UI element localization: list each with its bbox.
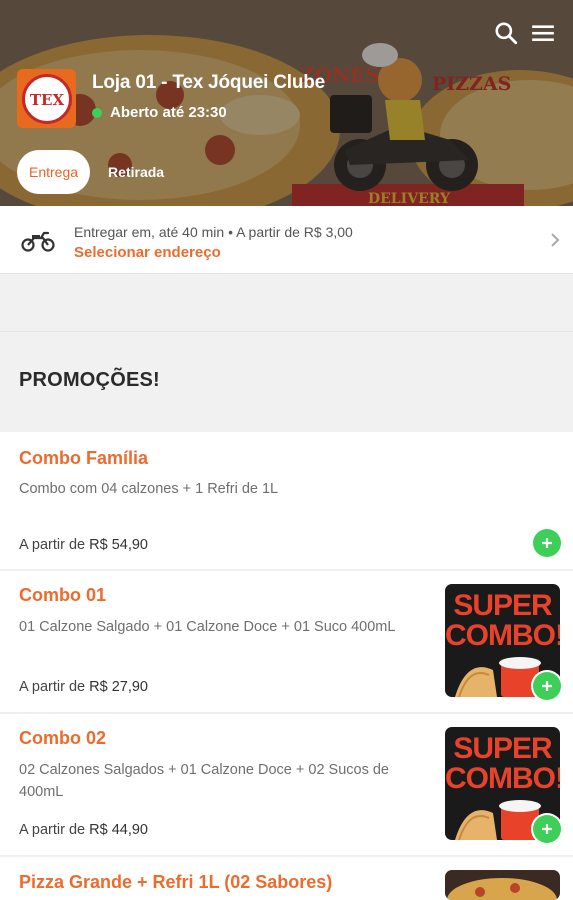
- product-name: Combo Família: [19, 448, 149, 468]
- product-image: [445, 870, 560, 900]
- product-item[interactable]: Combo 01 01 Calzone Salgado + 01 Calzone…: [0, 571, 573, 713]
- add-to-cart-button[interactable]: [533, 815, 561, 843]
- store-logo-badge: TEX: [21, 73, 72, 124]
- tab-pickup[interactable]: Retirada: [96, 150, 176, 194]
- delivery-address-bar[interactable]: [0, 206, 573, 274]
- store-banner: ZONES PIZZAS DELIVERY TEX Loja 01 - Tex …: [0, 0, 573, 206]
- image-text-line-2: COMBO!: [445, 762, 560, 795]
- product-price: A partir de R$ 54,90: [19, 537, 148, 553]
- product-description: 01 Calzone Salgado + 01 Calzone Doce + 0…: [19, 619, 396, 635]
- chevron-right-icon: [548, 231, 562, 249]
- store-name: Loja 01 - Tex Jóquei Clube: [92, 72, 326, 93]
- price-prefix: A partir de: [19, 537, 86, 553]
- add-to-cart-button[interactable]: [533, 672, 561, 700]
- product-description: 02 Calzones Salgados + 01 Calzone Doce +…: [19, 762, 389, 800]
- product-price: A partir de R$ 44,90: [19, 822, 148, 838]
- price-value: R$ 54,90: [89, 537, 148, 553]
- add-to-cart-button[interactable]: [533, 529, 561, 557]
- motorcycle-icon: [21, 226, 55, 254]
- spacer: [0, 274, 573, 332]
- price-value: R$ 44,90: [89, 822, 148, 838]
- open-status-dot-icon: [92, 107, 102, 118]
- store-status: Aberto até 23:30: [92, 104, 227, 121]
- plus-icon: [542, 824, 552, 834]
- category-title: PROMOÇÕES!: [19, 369, 160, 391]
- hamburger-menu-icon[interactable]: [530, 20, 556, 46]
- pizza-image: [447, 878, 557, 900]
- image-text-line-1: SUPER: [453, 589, 552, 622]
- plus-icon: [542, 681, 552, 691]
- delivery-info: Entregar em, até 40 min • A partir de R$…: [74, 224, 353, 240]
- price-prefix: A partir de: [19, 679, 86, 695]
- product-name: Pizza Grande + Refri 1L (02 Sabores): [19, 872, 333, 892]
- price-value: R$ 27,90: [89, 679, 148, 695]
- image-text-line-1: SUPER: [453, 732, 552, 765]
- tab-delivery[interactable]: Entrega: [17, 150, 91, 194]
- image-text-line-2: COMBO!: [445, 619, 560, 652]
- logo-mark: TEX: [29, 91, 64, 109]
- product-name: Combo 02: [19, 728, 107, 748]
- price-prefix: A partir de: [19, 822, 86, 838]
- store-logo: TEX: [17, 69, 76, 128]
- select-address-link[interactable]: Selecionar endereço: [74, 244, 221, 261]
- order-mode-tabs: Entrega Retirada: [17, 150, 176, 194]
- store-status-text: Aberto até 23:30: [110, 104, 227, 121]
- store-page: ZONES PIZZAS DELIVERY TEX Loja 01 - Tex …: [0, 0, 573, 900]
- product-item[interactable]: Combo 02 02 Calzones Salgados + 01 Calzo…: [0, 714, 573, 856]
- product-description: Combo com 04 calzones + 1 Refri de 1L: [19, 481, 279, 497]
- logo-text: TEX: [29, 91, 64, 109]
- product-price: A partir de R$ 27,90: [19, 679, 148, 695]
- product-item[interactable]: Combo Família Combo com 04 calzones + 1 …: [0, 432, 573, 570]
- product-item[interactable]: Pizza Grande + Refri 1L (02 Sabores): [0, 857, 573, 900]
- product-name: Combo 01: [19, 585, 107, 605]
- search-icon[interactable]: [493, 20, 519, 46]
- plus-icon: [542, 538, 552, 548]
